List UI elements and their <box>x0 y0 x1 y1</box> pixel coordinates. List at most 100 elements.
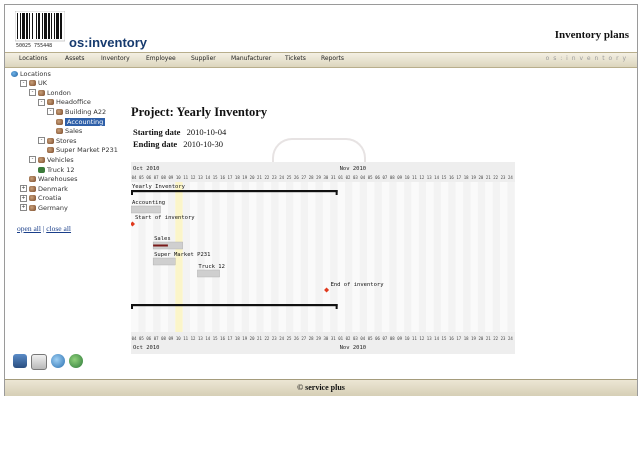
tree-node[interactable]: Sales <box>56 127 82 136</box>
day-label: 11 <box>183 175 188 180</box>
day-column <box>500 162 508 354</box>
building-icon <box>29 185 36 192</box>
day-label: 16 <box>449 175 454 180</box>
day-label: 20 <box>478 175 483 180</box>
day-label: 04 <box>132 175 137 180</box>
search-icon[interactable] <box>51 354 65 368</box>
menu-item-tickets[interactable]: Tickets <box>285 55 306 62</box>
menu-item-manufacturer[interactable]: Manufacturer <box>231 55 271 62</box>
task-bar <box>197 269 220 278</box>
day-label: 22 <box>493 175 498 180</box>
day-label-bottom: 09 <box>169 336 174 341</box>
collapse-icon[interactable]: - <box>47 108 54 116</box>
start-date-value: 2010-10-04 <box>186 127 227 137</box>
tree-node[interactable]: Locations <box>11 69 51 78</box>
tree-node-label[interactable]: UK <box>38 79 47 87</box>
building-icon <box>29 195 36 202</box>
day-label: 13 <box>198 175 203 180</box>
tree-node[interactable]: + Germany <box>20 203 68 212</box>
collapse-icon[interactable]: - <box>29 89 36 97</box>
collapse-icon[interactable]: - <box>38 98 45 106</box>
tree-node-label[interactable]: Headoffice <box>56 98 91 106</box>
tree-node[interactable]: - Stores <box>38 136 77 145</box>
tree-node[interactable]: + Denmark <box>20 184 68 193</box>
day-label-bottom: 08 <box>161 336 166 341</box>
tree-node[interactable]: Super Market P231 <box>47 146 118 155</box>
expand-icon[interactable]: + <box>20 194 27 202</box>
tree-node-label[interactable]: Sales <box>65 127 82 135</box>
truck-icon <box>38 166 45 173</box>
tree-node[interactable]: - London <box>29 88 71 97</box>
page-title: Inventory plans <box>554 29 629 41</box>
tree-node-label[interactable]: Warehouses <box>38 175 78 183</box>
day-label: 12 <box>419 175 424 180</box>
month-label-bottom: Oct 2010 <box>133 345 160 351</box>
header: 50025 755448 os:inventory Inventory plan… <box>5 5 637 51</box>
day-label: 02 <box>346 175 351 180</box>
tree-node-label[interactable]: London <box>47 89 71 97</box>
day-label: 13 <box>427 175 432 180</box>
document-icon[interactable] <box>31 354 47 370</box>
tree-node-label[interactable]: Locations <box>20 70 51 78</box>
gantt-svg: Oct 2010Oct 2010Nov 2010Nov 201004040505… <box>130 162 515 354</box>
day-label: 21 <box>257 175 262 180</box>
tree-node[interactable]: Truck 12 <box>38 165 74 174</box>
tree-node-label[interactable]: Accounting <box>65 117 106 126</box>
day-label: 08 <box>161 175 166 180</box>
day-label: 06 <box>375 175 380 180</box>
tree-node[interactable]: + Croatia <box>20 194 61 203</box>
tree-node-label[interactable]: Building A22 <box>65 108 106 116</box>
menu-item-reports[interactable]: Reports <box>321 55 344 62</box>
close-all-link[interactable]: close all <box>46 224 71 233</box>
brand-name[interactable]: os:inventory <box>69 35 147 50</box>
tree-node[interactable]: - Building A22 <box>47 107 106 116</box>
task-label: Start of inventory <box>135 215 195 221</box>
day-label: 15 <box>442 175 447 180</box>
tree-node-label[interactable]: Truck 12 <box>47 166 74 174</box>
expand-icon[interactable]: + <box>20 185 27 193</box>
tree-node-label[interactable]: Germany <box>38 204 68 212</box>
summary-bar <box>131 304 338 307</box>
collapse-icon[interactable]: - <box>29 156 36 164</box>
menu-item-assets[interactable]: Assets <box>65 55 85 62</box>
open-all-link[interactable]: open all <box>17 224 41 233</box>
tree-node[interactable]: Warehouses <box>29 175 78 184</box>
day-label: 18 <box>464 175 469 180</box>
day-label: 19 <box>242 175 247 180</box>
tree-node-label[interactable]: Vehicles <box>47 156 74 164</box>
day-label-bottom: 20 <box>478 336 483 341</box>
day-label-bottom: 04 <box>132 336 137 341</box>
collapse-icon[interactable]: - <box>38 137 45 145</box>
tree-node[interactable]: Accounting <box>56 117 106 126</box>
day-label-bottom: 29 <box>316 336 321 341</box>
task-label: End of inventory <box>331 282 385 288</box>
day-label-bottom: 17 <box>456 336 461 341</box>
tree-node-label[interactable]: Stores <box>56 137 77 145</box>
tree-node-label[interactable]: Croatia <box>38 194 61 202</box>
collapse-icon[interactable]: - <box>20 79 27 87</box>
barcode-number: 50025 755448 <box>16 43 53 49</box>
menu-item-locations[interactable]: Locations <box>19 55 48 62</box>
tree-node-label[interactable]: Super Market P231 <box>56 146 118 154</box>
day-column <box>381 162 390 354</box>
day-label-bottom: 21 <box>257 336 262 341</box>
day-column <box>470 162 478 354</box>
day-label-bottom: 04 <box>360 336 365 341</box>
computer-icon[interactable] <box>13 354 27 368</box>
menu-item-employee[interactable]: Employee <box>146 55 176 62</box>
day-label-bottom: 13 <box>198 336 203 341</box>
task-bar <box>130 205 161 214</box>
expand-icon[interactable]: + <box>20 204 27 212</box>
day-label: 22 <box>264 175 269 180</box>
tree-node-label[interactable]: Denmark <box>38 185 68 193</box>
menu-item-inventory[interactable]: Inventory <box>101 55 130 62</box>
day-label-bottom: 07 <box>383 336 388 341</box>
tree-node[interactable]: - Headoffice <box>38 98 91 107</box>
tree-node[interactable]: - UK <box>20 79 47 88</box>
tree-node[interactable]: - Vehicles <box>29 155 74 164</box>
menu-item-supplier[interactable]: Supplier <box>191 55 216 62</box>
day-column <box>463 162 471 354</box>
day-label: 19 <box>471 175 476 180</box>
day-label-bottom: 11 <box>412 336 417 341</box>
globe-icon[interactable] <box>69 354 83 368</box>
